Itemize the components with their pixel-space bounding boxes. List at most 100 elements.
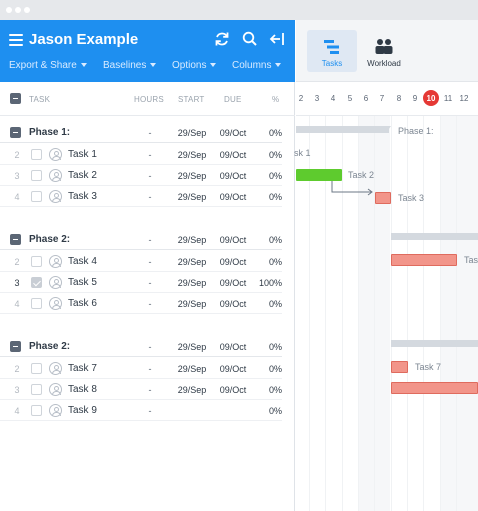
assignee-avatar-icon[interactable] [49, 148, 62, 161]
project-title[interactable]: Jason Example [29, 31, 138, 48]
phase-row[interactable]: Phase 1: - 29/Sep 09/Oct 0% [0, 122, 282, 143]
phase-summary-bar[interactable] [391, 340, 478, 347]
task-bar[interactable] [391, 254, 457, 266]
task-percent[interactable]: 0% [254, 171, 282, 181]
assignee-avatar-icon[interactable] [49, 383, 62, 396]
task-name[interactable]: Task 9 [68, 405, 97, 416]
refresh-icon[interactable] [213, 30, 231, 48]
task-bar[interactable] [391, 382, 478, 394]
task-due[interactable]: 09/Oct [213, 278, 253, 288]
task-hours[interactable]: - [140, 406, 160, 416]
hours-column-header[interactable]: HOURS [134, 95, 164, 104]
task-percent[interactable]: 0% [254, 406, 282, 416]
phase-name[interactable]: Phase 2: [29, 234, 70, 245]
task-hours[interactable]: - [140, 150, 160, 160]
start-column-header[interactable]: START [178, 95, 204, 104]
percent-column-header[interactable]: % [272, 95, 279, 104]
task-bar[interactable] [391, 361, 408, 373]
window-zoom-dot[interactable] [24, 7, 30, 13]
task-due[interactable]: 09/Oct [213, 385, 253, 395]
task-percent[interactable]: 0% [254, 257, 282, 267]
task-percent[interactable]: 0% [254, 299, 282, 309]
options-menu[interactable]: Options [172, 60, 217, 71]
phase-summary-bar[interactable] [391, 233, 478, 240]
task-column-header[interactable]: TASK [29, 95, 50, 104]
task-row[interactable]: 3 Task 5 - 29/Sep 09/Oct 100% [0, 272, 282, 293]
task-percent[interactable]: 0% [254, 192, 282, 202]
task-checkbox[interactable] [31, 363, 42, 374]
task-checkbox[interactable] [31, 256, 42, 267]
task-due[interactable]: 09/Oct [213, 257, 253, 267]
task-hours[interactable]: - [140, 278, 160, 288]
phase-row[interactable]: Phase 2: - 29/Sep 09/Oct 0% [0, 229, 282, 250]
assignee-avatar-icon[interactable] [49, 190, 62, 203]
task-name[interactable]: Task 4 [68, 256, 97, 267]
task-start[interactable]: 29/Sep [172, 192, 212, 202]
task-hours[interactable]: - [140, 171, 160, 181]
assignee-avatar-icon[interactable] [49, 362, 62, 375]
task-checkbox[interactable] [31, 384, 42, 395]
workload-view-button[interactable]: Workload [359, 30, 409, 72]
phase-name[interactable]: Phase 1: [29, 127, 70, 138]
task-row[interactable]: 4 Task 3 - 29/Sep 09/Oct 0% [0, 186, 282, 207]
task-percent[interactable]: 0% [254, 364, 282, 374]
task-due[interactable]: 09/Oct [213, 171, 253, 181]
task-start[interactable]: 29/Sep [172, 257, 212, 267]
task-start[interactable]: 29/Sep [172, 385, 212, 395]
task-checkbox-checked[interactable] [31, 277, 42, 288]
hamburger-menu-icon[interactable] [9, 34, 23, 46]
phase-name[interactable]: Phase 2: [29, 341, 70, 352]
task-start[interactable]: 29/Sep [172, 364, 212, 374]
task-row[interactable]: 3 Task 2 - 29/Sep 09/Oct 0% [0, 165, 282, 186]
task-hours[interactable]: - [140, 299, 160, 309]
task-name[interactable]: Task 8 [68, 384, 97, 395]
task-row[interactable]: 3 Task 8 - 29/Sep 09/Oct 0% [0, 379, 282, 400]
task-due[interactable]: 09/Oct [213, 364, 253, 374]
assignee-avatar-icon[interactable] [49, 297, 62, 310]
task-name[interactable]: Task 3 [68, 191, 97, 202]
assignee-avatar-icon[interactable] [49, 255, 62, 268]
collapse-phase-icon[interactable] [10, 341, 21, 352]
task-hours[interactable]: - [140, 192, 160, 202]
task-start[interactable]: 29/Sep [172, 150, 212, 160]
task-checkbox[interactable] [31, 191, 42, 202]
task-hours[interactable]: - [140, 257, 160, 267]
phase-row[interactable]: Phase 2: - 29/Sep 09/Oct 0% [0, 336, 282, 357]
task-name[interactable]: Task 6 [68, 298, 97, 309]
search-icon[interactable] [241, 30, 259, 48]
task-percent[interactable]: 0% [254, 150, 282, 160]
window-close-dot[interactable] [6, 7, 12, 13]
task-name[interactable]: Task 1 [68, 149, 97, 160]
collapse-phase-icon[interactable] [10, 234, 21, 245]
task-checkbox[interactable] [31, 298, 42, 309]
task-name[interactable]: Task 5 [68, 277, 97, 288]
task-row[interactable]: 2 Task 4 - 29/Sep 09/Oct 0% [0, 251, 282, 272]
task-row[interactable]: 2 Task 7 - 29/Sep 09/Oct 0% [0, 358, 282, 379]
export-share-menu[interactable]: Export & Share [9, 60, 87, 71]
baselines-menu[interactable]: Baselines [103, 60, 157, 71]
task-name[interactable]: Task 2 [68, 170, 97, 181]
collapse-phase-icon[interactable] [10, 127, 21, 138]
collapse-panel-icon[interactable] [268, 30, 286, 48]
task-row[interactable]: 2 Task 1 - 29/Sep 09/Oct 0% [0, 144, 282, 165]
assignee-avatar-icon[interactable] [49, 169, 62, 182]
task-bar[interactable] [375, 192, 391, 204]
task-due[interactable]: 09/Oct [213, 299, 253, 309]
task-hours[interactable]: - [140, 364, 160, 374]
task-checkbox[interactable] [31, 149, 42, 160]
task-percent[interactable]: 100% [254, 278, 282, 288]
phase-summary-bar[interactable] [296, 126, 389, 133]
task-due[interactable]: 09/Oct [213, 150, 253, 160]
columns-menu[interactable]: Columns [232, 60, 282, 71]
task-checkbox[interactable] [31, 170, 42, 181]
tasks-view-button[interactable]: Tasks [307, 30, 357, 72]
assignee-avatar-icon[interactable] [49, 404, 62, 417]
assignee-avatar-icon[interactable] [49, 276, 62, 289]
task-row[interactable]: 4 Task 6 - 29/Sep 09/Oct 0% [0, 293, 282, 314]
collapse-all-icon[interactable] [10, 93, 21, 104]
task-name[interactable]: Task 7 [68, 363, 97, 374]
window-minimize-dot[interactable] [15, 7, 21, 13]
task-start[interactable]: 29/Sep [172, 171, 212, 181]
task-start[interactable]: 29/Sep [172, 299, 212, 309]
task-row[interactable]: 4 Task 9 - 0% [0, 400, 282, 421]
